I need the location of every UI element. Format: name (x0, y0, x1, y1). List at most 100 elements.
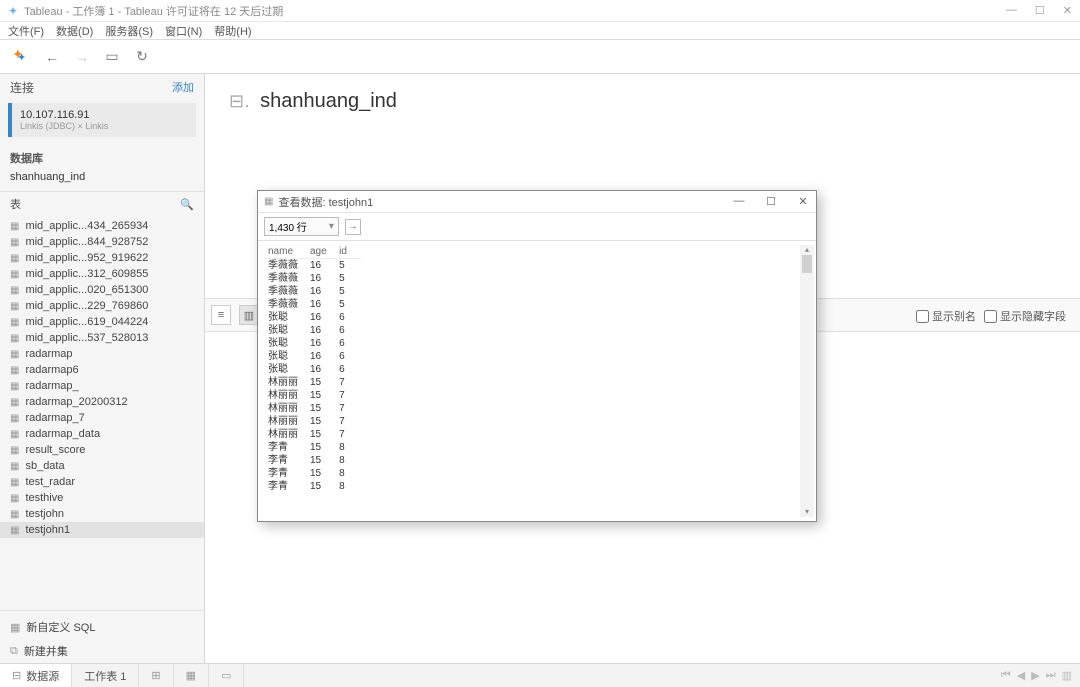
table-item[interactable]: ▦sb_data (0, 458, 204, 474)
new-sheet-button[interactable]: ⊞ (139, 664, 173, 687)
table-row[interactable]: 李青158 (266, 441, 361, 454)
table-row[interactable]: 李青158 (266, 467, 361, 480)
show-alias-checkbox[interactable]: 显示别名 (916, 308, 976, 324)
window-titlebar: ✦ Tableau - 工作簿 1 - Tableau 许可证将在 12 天后过… (0, 0, 1080, 22)
maximize-button[interactable]: ☐ (1035, 4, 1045, 17)
connection-card[interactable]: 10.107.116.91 Linkis (JDBC) × Linkis (8, 103, 196, 137)
table-row[interactable]: 张聪166 (266, 311, 361, 324)
table-item[interactable]: ▦testjohn1 (0, 522, 204, 538)
column-header[interactable]: id (337, 245, 361, 259)
tab-datasource[interactable]: ⊟ 数据源 (0, 664, 72, 687)
table-row[interactable]: 张聪166 (266, 350, 361, 363)
table-row[interactable]: 季薇薇165 (266, 285, 361, 298)
table-item[interactable]: ▦result_score (0, 442, 204, 458)
dialog-body: nameageid 季薇薇165季薇薇165季薇薇165季薇薇165张聪166张… (258, 241, 816, 521)
save-button[interactable]: ▭ (104, 48, 120, 65)
table-row[interactable]: 张聪166 (266, 337, 361, 350)
table-item[interactable]: ▦mid_applic...434_265934 (0, 218, 204, 234)
table-item[interactable]: ▦mid_applic...619_044224 (0, 314, 204, 330)
dialog-titlebar[interactable]: ▦ 查看数据: testjohn1 — ☐ ✕ (258, 191, 816, 213)
show-hidden-checkbox[interactable]: 显示隐藏字段 (984, 308, 1066, 324)
new-dashboard-button[interactable]: ▦ (174, 664, 209, 687)
add-connection-link[interactable]: 添加 (172, 79, 194, 96)
refresh-button[interactable]: ↻ (134, 48, 150, 65)
table-row[interactable]: 李青158 (266, 480, 361, 493)
scroll-down-icon[interactable]: ▾ (800, 507, 814, 517)
table-item[interactable]: ▦test_radar (0, 474, 204, 490)
menu-help[interactable]: 帮助(H) (214, 23, 251, 39)
table-item[interactable]: ▦radarmap6 (0, 362, 204, 378)
new-story-button[interactable]: ▭ (209, 664, 244, 687)
table-item[interactable]: ▦mid_applic...537_528013 (0, 330, 204, 346)
table-item[interactable]: ▦mid_applic...312_609855 (0, 266, 204, 282)
table-item[interactable]: ▦radarmap_data (0, 426, 204, 442)
nav-prev-icon[interactable]: ◀ (1017, 669, 1025, 682)
app-icon: ✦ (8, 4, 18, 18)
search-tables-icon[interactable]: 🔍 (180, 198, 194, 211)
new-sql-item[interactable]: ▦ 新自定义 SQL (0, 615, 204, 639)
tables-label: 表 (10, 196, 21, 212)
close-button[interactable]: ✕ (1063, 4, 1072, 17)
back-button[interactable]: ← (44, 49, 60, 65)
scroll-up-icon[interactable]: ▴ (800, 245, 814, 255)
table-item[interactable]: ▦mid_applic...229_769860 (0, 298, 204, 314)
minimize-button[interactable]: — (1006, 4, 1017, 17)
table-item[interactable]: ▦mid_applic...020_651300 (0, 282, 204, 298)
table-row[interactable]: 张聪166 (266, 363, 361, 376)
column-header[interactable]: age (308, 245, 337, 259)
menu-window[interactable]: 窗口(N) (165, 23, 202, 39)
table-item-label: radarmap (25, 348, 72, 360)
table-item[interactable]: ▦radarmap (0, 346, 204, 362)
table-icon: ▦ (10, 397, 19, 408)
show-tabs-icon[interactable]: ▥ (1062, 669, 1072, 682)
view-data-dialog: ▦ 查看数据: testjohn1 — ☐ ✕ 1,430 行 ▾ → name… (257, 190, 817, 522)
menu-server[interactable]: 服务器(S) (105, 23, 153, 39)
table-row[interactable]: 张聪166 (266, 324, 361, 337)
dialog-scrollbar[interactable]: ▴ ▾ (800, 245, 814, 517)
window-title: Tableau - 工作簿 1 - Tableau 许可证将在 12 天后过期 (24, 3, 283, 19)
dialog-maximize-button[interactable]: ☐ (764, 195, 778, 208)
database-label: 数据库 (0, 145, 204, 168)
new-union-item[interactable]: ⧉ 新建并集 (0, 639, 204, 663)
table-icon: ▦ (10, 317, 19, 328)
dialog-title: 查看数据: testjohn1 (278, 194, 373, 210)
table-item[interactable]: ▦testjohn (0, 506, 204, 522)
dialog-toolbar: 1,430 行 ▾ → (258, 213, 816, 241)
table-row[interactable]: 林丽丽157 (266, 415, 361, 428)
nav-first-icon[interactable]: ⏮ (1001, 669, 1011, 682)
table-row[interactable]: 季薇薇165 (266, 259, 361, 273)
table-item-label: mid_applic...020_651300 (25, 284, 148, 296)
new-sql-label: 新自定义 SQL (26, 619, 95, 635)
menu-file[interactable]: 文件(F) (8, 23, 44, 39)
dialog-close-button[interactable]: ✕ (796, 195, 810, 208)
column-header[interactable]: name (266, 245, 308, 259)
scroll-thumb[interactable] (802, 255, 812, 273)
table-row[interactable]: 林丽丽157 (266, 389, 361, 402)
rows-go-button[interactable]: → (345, 219, 361, 235)
rows-selector[interactable]: 1,430 行 ▾ (264, 217, 339, 236)
table-row[interactable]: 林丽丽157 (266, 376, 361, 389)
table-item[interactable]: ▦radarmap_20200312 (0, 394, 204, 410)
table-row[interactable]: 林丽丽157 (266, 428, 361, 441)
table-item[interactable]: ▦radarmap_ (0, 378, 204, 394)
nav-next-icon[interactable]: ▶ (1031, 669, 1039, 682)
tab-sheet1-label: 工作表 1 (84, 668, 126, 684)
table-item[interactable]: ▦mid_applic...952_919622 (0, 250, 204, 266)
table-item[interactable]: ▦mid_applic...844_928752 (0, 234, 204, 250)
forward-button[interactable]: → (74, 49, 90, 65)
table-row[interactable]: 林丽丽157 (266, 402, 361, 415)
grid-mode-grid[interactable]: ▥ (239, 305, 259, 325)
menu-data[interactable]: 数据(D) (56, 23, 93, 39)
grid-mode-sort[interactable]: ≡ (211, 305, 231, 325)
nav-last-icon[interactable]: ⏭ (1046, 669, 1056, 682)
table-item[interactable]: ▦testhive (0, 490, 204, 506)
table-icon: ▦ (10, 253, 19, 264)
union-icon: ⧉ (10, 645, 18, 658)
table-row[interactable]: 季薇薇165 (266, 298, 361, 311)
table-row[interactable]: 李青158 (266, 454, 361, 467)
table-item[interactable]: ▦radarmap_7 (0, 410, 204, 426)
table-row[interactable]: 季薇薇165 (266, 272, 361, 285)
tab-sheet1[interactable]: 工作表 1 (72, 664, 139, 687)
datasource-tab-icon: ⊟ (12, 669, 21, 682)
dialog-minimize-button[interactable]: — (732, 195, 746, 208)
